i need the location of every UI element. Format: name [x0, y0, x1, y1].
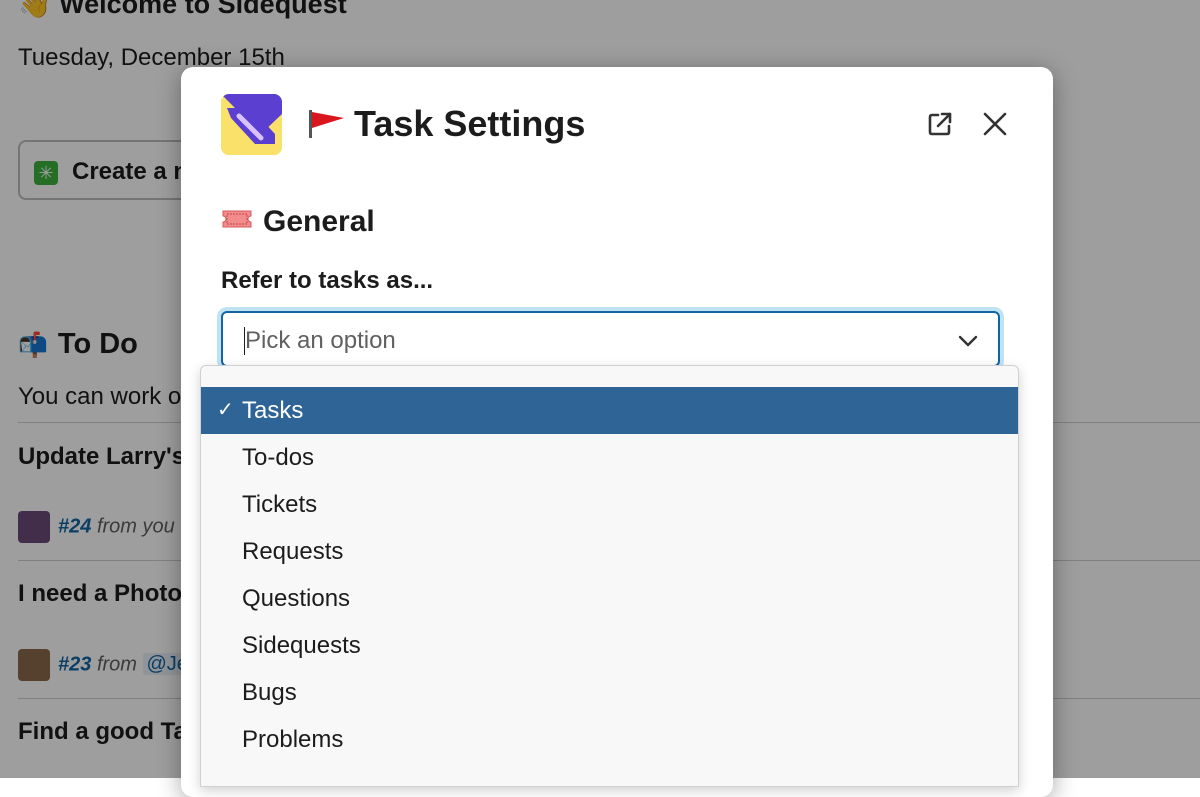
ticket-icon — [222, 210, 252, 228]
close-button[interactable] — [977, 106, 1013, 142]
chevron-down-icon — [958, 335, 978, 347]
option-label: Bugs — [242, 679, 297, 706]
sidequest-logo-icon — [221, 94, 282, 155]
option-label: Tickets — [242, 491, 318, 518]
options-dropdown[interactable]: ✓ Tasks To-dos Tickets Requests Question… — [200, 365, 1019, 787]
modal-title: Task Settings — [306, 103, 585, 145]
external-link-icon — [928, 112, 952, 136]
option-label: Questions — [242, 585, 351, 612]
red-flag-icon — [309, 110, 344, 138]
option-problems[interactable]: Problems — [201, 716, 1018, 763]
option-to-dos[interactable]: To-dos — [201, 434, 1018, 481]
option-sidequests[interactable]: Sidequests — [201, 622, 1018, 669]
task-term-select[interactable]: Pick an option — [221, 311, 1000, 367]
option-questions[interactable]: Questions — [201, 575, 1018, 622]
open-external-button[interactable] — [922, 106, 958, 142]
checkmark-icon: ✓ — [217, 399, 234, 421]
option-label: Tasks — [242, 397, 304, 424]
option-label: Requests — [242, 538, 344, 565]
option-bugs[interactable]: Bugs — [201, 669, 1018, 716]
select-placeholder: Pick an option — [245, 327, 396, 354]
option-label: Problems — [242, 726, 344, 753]
option-requests[interactable]: Requests — [201, 528, 1018, 575]
close-icon — [983, 112, 1007, 136]
option-label: To-dos — [242, 444, 315, 471]
option-label: Sidequests — [242, 632, 361, 659]
option-tasks[interactable]: ✓ Tasks — [201, 387, 1018, 434]
option-tickets[interactable]: Tickets — [201, 481, 1018, 528]
field-label: Refer to tasks as... — [221, 267, 434, 294]
section-heading-general: General — [221, 205, 375, 239]
